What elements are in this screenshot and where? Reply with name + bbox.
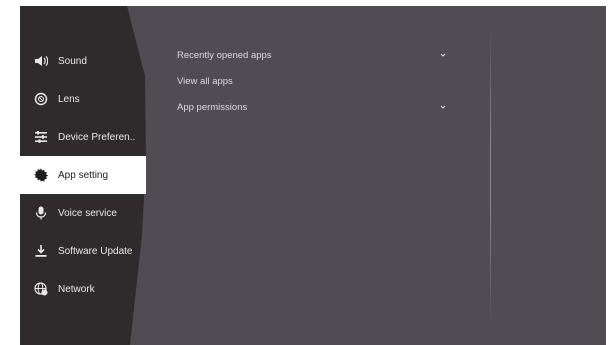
row-label: View all apps xyxy=(177,75,233,87)
microphone-icon xyxy=(34,206,48,220)
sliders-icon xyxy=(34,130,48,144)
sidebar-item-app-setting[interactable]: App setting xyxy=(20,156,146,194)
sidebar-item-label: App setting xyxy=(58,169,109,181)
sidebar-item-label: Software Update xyxy=(58,245,133,257)
settings-screen: Sound Lens Device Preferen.. App setting… xyxy=(20,6,606,345)
speaker-icon xyxy=(34,54,48,68)
sidebar-item-sound[interactable]: Sound xyxy=(20,42,146,80)
recently-opened-apps-row[interactable]: Recently opened apps xyxy=(177,42,447,68)
sidebar-item-label: Device Preferen.. xyxy=(58,131,136,143)
row-label: Recently opened apps xyxy=(177,49,272,61)
sidebar-item-label: Network xyxy=(58,283,95,295)
globe-icon xyxy=(34,282,48,296)
gear-icon xyxy=(34,168,48,182)
sidebar-item-label: Voice service xyxy=(58,207,117,219)
sidebar-menu: Sound Lens Device Preferen.. App setting… xyxy=(20,42,146,308)
view-all-apps-row[interactable]: View all apps xyxy=(177,68,447,94)
lens-icon xyxy=(34,92,48,106)
app-setting-options: Recently opened apps View all apps App p… xyxy=(177,42,447,120)
sidebar-item-label: Lens xyxy=(58,93,80,105)
sidebar-item-lens[interactable]: Lens xyxy=(20,80,146,118)
sidebar-item-network[interactable]: Network xyxy=(20,270,146,308)
sidebar-item-software-update[interactable]: Software Update xyxy=(20,232,146,270)
panel-divider xyxy=(490,26,491,326)
chevron-down-icon xyxy=(440,105,446,109)
download-icon xyxy=(34,244,48,258)
sidebar-item-device-preferences[interactable]: Device Preferen.. xyxy=(20,118,146,156)
app-permissions-row[interactable]: App permissions xyxy=(177,94,447,120)
sidebar-item-label: Sound xyxy=(58,55,87,67)
row-label: App permissions xyxy=(177,101,248,113)
chevron-down-icon xyxy=(440,53,446,57)
sidebar-item-voice-service[interactable]: Voice service xyxy=(20,194,146,232)
